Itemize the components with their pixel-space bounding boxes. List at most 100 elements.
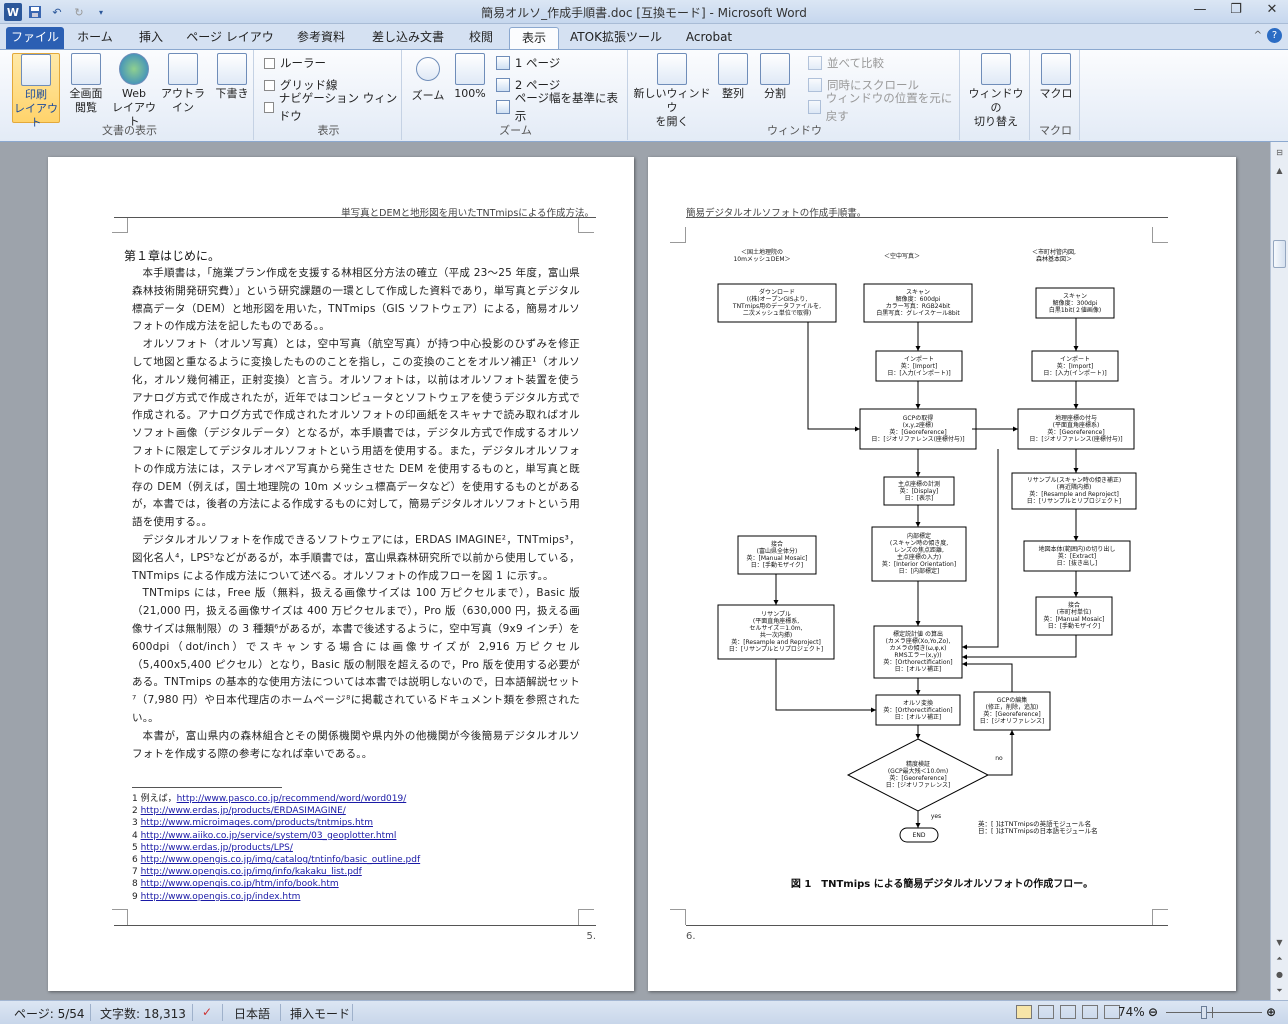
flow-connector [962, 449, 999, 648]
paragraph: 本手順書は，「施業プラン作成を支援する林相区分方法の確立（平成 23～25 年度… [132, 267, 580, 333]
collapse-ribbon-icon[interactable]: ^ [1254, 30, 1262, 41]
footnote-link[interactable]: http://www.microimages.com/products/tntm… [141, 818, 373, 828]
footnote-number: 3 [132, 818, 141, 829]
zoom-out-icon[interactable]: ⊖ [1148, 1005, 1158, 1019]
flow-column-head: ＜市町村管内図, 森林基本図＞ [1032, 249, 1076, 263]
group-switch-windows: ウィンドウの 切り替え [962, 50, 1030, 140]
zoom-slider-center [1212, 1007, 1213, 1018]
navigation-pane-checkbox[interactable]: ナビゲーション ウィンドウ [264, 91, 401, 123]
flow-text-principal: 主点座標の計測 英：[Display] 日：[表示] [897, 480, 940, 502]
ruler-toggle-icon[interactable]: ⊟ [1273, 146, 1286, 160]
page-6[interactable]: 簡易デジタルオルソフォトの作成手順書。 ＜国土地理院の 10mメッシュDEM＞＜… [648, 157, 1236, 991]
page-count[interactable]: ページ: 5/54 [14, 1005, 85, 1022]
reset-window-position-button[interactable]: ウィンドウの位置を元に戻す [808, 91, 959, 123]
zoom-slider[interactable] [1166, 1012, 1262, 1013]
minimize-button[interactable]: — [1188, 2, 1212, 20]
footnote-link[interactable]: http://www.opengis.co.jp/index.htm [141, 892, 301, 902]
footnote-link[interactable]: http://www.aiiko.co.jp/service/system/03… [141, 831, 397, 841]
footnote-number: 7 [132, 867, 141, 878]
print-layout-icon [21, 54, 51, 86]
flow-label-yes: yes [930, 812, 942, 820]
group-label: 表示 [317, 124, 340, 137]
footnote-link[interactable]: http://www.pasco.co.jp/recommend/word/wo… [177, 794, 407, 804]
page-width-button[interactable]: ページ幅を基準に表示 [496, 91, 627, 123]
tab-acrobat[interactable]: Acrobat [674, 27, 744, 49]
tab-home[interactable]: ホーム [70, 27, 120, 49]
group-label: ウィンドウ [767, 124, 822, 137]
group-label: ズーム [499, 124, 532, 137]
tab-insert[interactable]: 挿入 [126, 27, 176, 49]
one-page-button[interactable]: 1 ページ [496, 54, 560, 72]
full-screen-reading-button[interactable]: 全画面 閲覧 [62, 53, 110, 123]
scroll-thumb[interactable] [1273, 240, 1286, 268]
print-layout-view-icon[interactable] [1016, 1005, 1032, 1019]
flow-text-mosaic1: 接合 (富山県全体分) 英：[Manual Mosaic] 日：[手動モザイク] [746, 541, 808, 569]
zoom-slider-thumb[interactable] [1201, 1006, 1207, 1019]
word-count[interactable]: 文字数: 18,313 [100, 1005, 186, 1022]
proofing-icon[interactable]: ✓ [202, 1005, 212, 1019]
flow-arrowhead [962, 661, 967, 667]
outline-button[interactable]: アウトライン [156, 53, 210, 123]
tab-page-layout[interactable]: ページ レイアウト [182, 27, 278, 64]
web-layout-button[interactable]: Web レイアウト [110, 53, 158, 128]
split-button[interactable]: 分割 [754, 53, 796, 123]
footnote-link[interactable]: http://www.erdas.jp/products/LPS/ [141, 843, 293, 853]
document-area[interactable]: 単写真とDEMと地形図を用いたTNTmipsによる作成方法。 第１章はじめに。 … [0, 142, 1270, 1000]
previous-page-icon[interactable]: ⏶ [1273, 952, 1286, 966]
group-label: 文書の表示 [102, 124, 157, 137]
ruler-checkbox[interactable]: ルーラー [264, 54, 326, 72]
scroll-down-icon[interactable]: ▼ [1273, 936, 1286, 950]
full-screen-icon [71, 53, 101, 85]
paragraph: 本書が，富山県内の森林組合とその関係機関や県内外の他機関が今後簡易デジタルオルソ… [132, 729, 580, 760]
tab-references[interactable]: 参考資料 [284, 27, 358, 49]
tab-review[interactable]: 校閲 [458, 27, 504, 49]
restore-button[interactable]: ❐ [1224, 2, 1248, 20]
view-side-by-side-button[interactable]: 並べて比較 [808, 54, 884, 72]
footnote-link[interactable]: http://www.erdas.jp/products/ERDASIMAGIN… [141, 806, 346, 816]
next-page-icon[interactable]: ⏷ [1273, 984, 1286, 998]
switch-windows-button[interactable]: ウィンドウの 切り替え [964, 53, 1028, 128]
zoom-in-icon[interactable]: ⊕ [1266, 1005, 1276, 1019]
flow-arrowhead [962, 654, 967, 660]
tab-atok[interactable]: ATOK拡張ツール [566, 27, 666, 49]
crop-mark [578, 909, 594, 925]
magnifier-icon [416, 57, 440, 81]
vertical-scrollbar[interactable]: ⊟ ▲ ▼ ⏶ ● ⏷ [1270, 142, 1288, 1000]
web-layout-view-icon[interactable] [1060, 1005, 1076, 1019]
crop-mark [1152, 909, 1168, 925]
footnote-link[interactable]: http://www.opengis.co.jp/htm/info/book.h… [141, 879, 339, 889]
insert-mode[interactable]: 挿入モード [290, 1005, 350, 1022]
language[interactable]: 日本語 [234, 1005, 270, 1022]
scroll-up-icon[interactable]: ▲ [1273, 164, 1286, 178]
zoom-level[interactable]: 74% [1118, 1005, 1145, 1019]
footnote: 6 http://www.opengis.co.jp/img/catalog/t… [132, 854, 572, 866]
macros-button[interactable]: マクロ [1034, 53, 1078, 123]
close-button[interactable]: ✕ [1260, 2, 1284, 20]
footnote-number: 8 [132, 879, 141, 890]
help-icon[interactable]: ? [1267, 28, 1282, 43]
flow-connector [962, 635, 1077, 658]
browse-object-icon[interactable]: ● [1273, 968, 1286, 982]
zoom-button[interactable]: ズーム [408, 53, 448, 123]
page-width-icon [496, 100, 510, 114]
outline-view-icon[interactable] [1082, 1005, 1098, 1019]
full-screen-view-icon[interactable] [1038, 1005, 1054, 1019]
zoom-100-button[interactable]: 100% [450, 53, 490, 123]
print-layout-button[interactable]: 印刷 レイアウト [12, 53, 60, 129]
tab-view[interactable]: 表示 [509, 27, 559, 49]
flow-text-gcp: GCPの取得 (x,y,z座標) 英：[Georeference] 日：[ジオリ… [871, 415, 965, 443]
separator [352, 1004, 353, 1021]
page-5[interactable]: 単写真とDEMと地形図を用いたTNTmipsによる作成方法。 第１章はじめに。 … [48, 157, 634, 991]
footnote-link[interactable]: http://www.opengis.co.jp/img/info/kakaku… [141, 867, 362, 877]
tab-mailings[interactable]: 差し込み文書 [364, 27, 452, 49]
tab-file[interactable]: ファイル [6, 27, 64, 49]
draft-button[interactable]: 下書き [210, 53, 254, 123]
footnote-link[interactable]: http://www.opengis.co.jp/img/catalog/tnt… [141, 855, 421, 865]
new-window-button[interactable]: 新しいウィンドウ を開く [632, 53, 712, 128]
new-window-icon [657, 53, 687, 85]
flow-column-head: ＜国土地理院の 10mメッシュDEM＞ [733, 249, 791, 263]
arrange-all-button[interactable]: 整列 [712, 53, 754, 123]
footnotes: 1 例えば，http://www.pasco.co.jp/recommend/w… [132, 793, 572, 903]
flow-text-exterior: 標定説計値 の算出 (カメラ座標(Xo,Yo,Zo), カメラの傾き(ω,φ,κ… [883, 631, 953, 673]
flow-text-end: END [912, 831, 926, 839]
